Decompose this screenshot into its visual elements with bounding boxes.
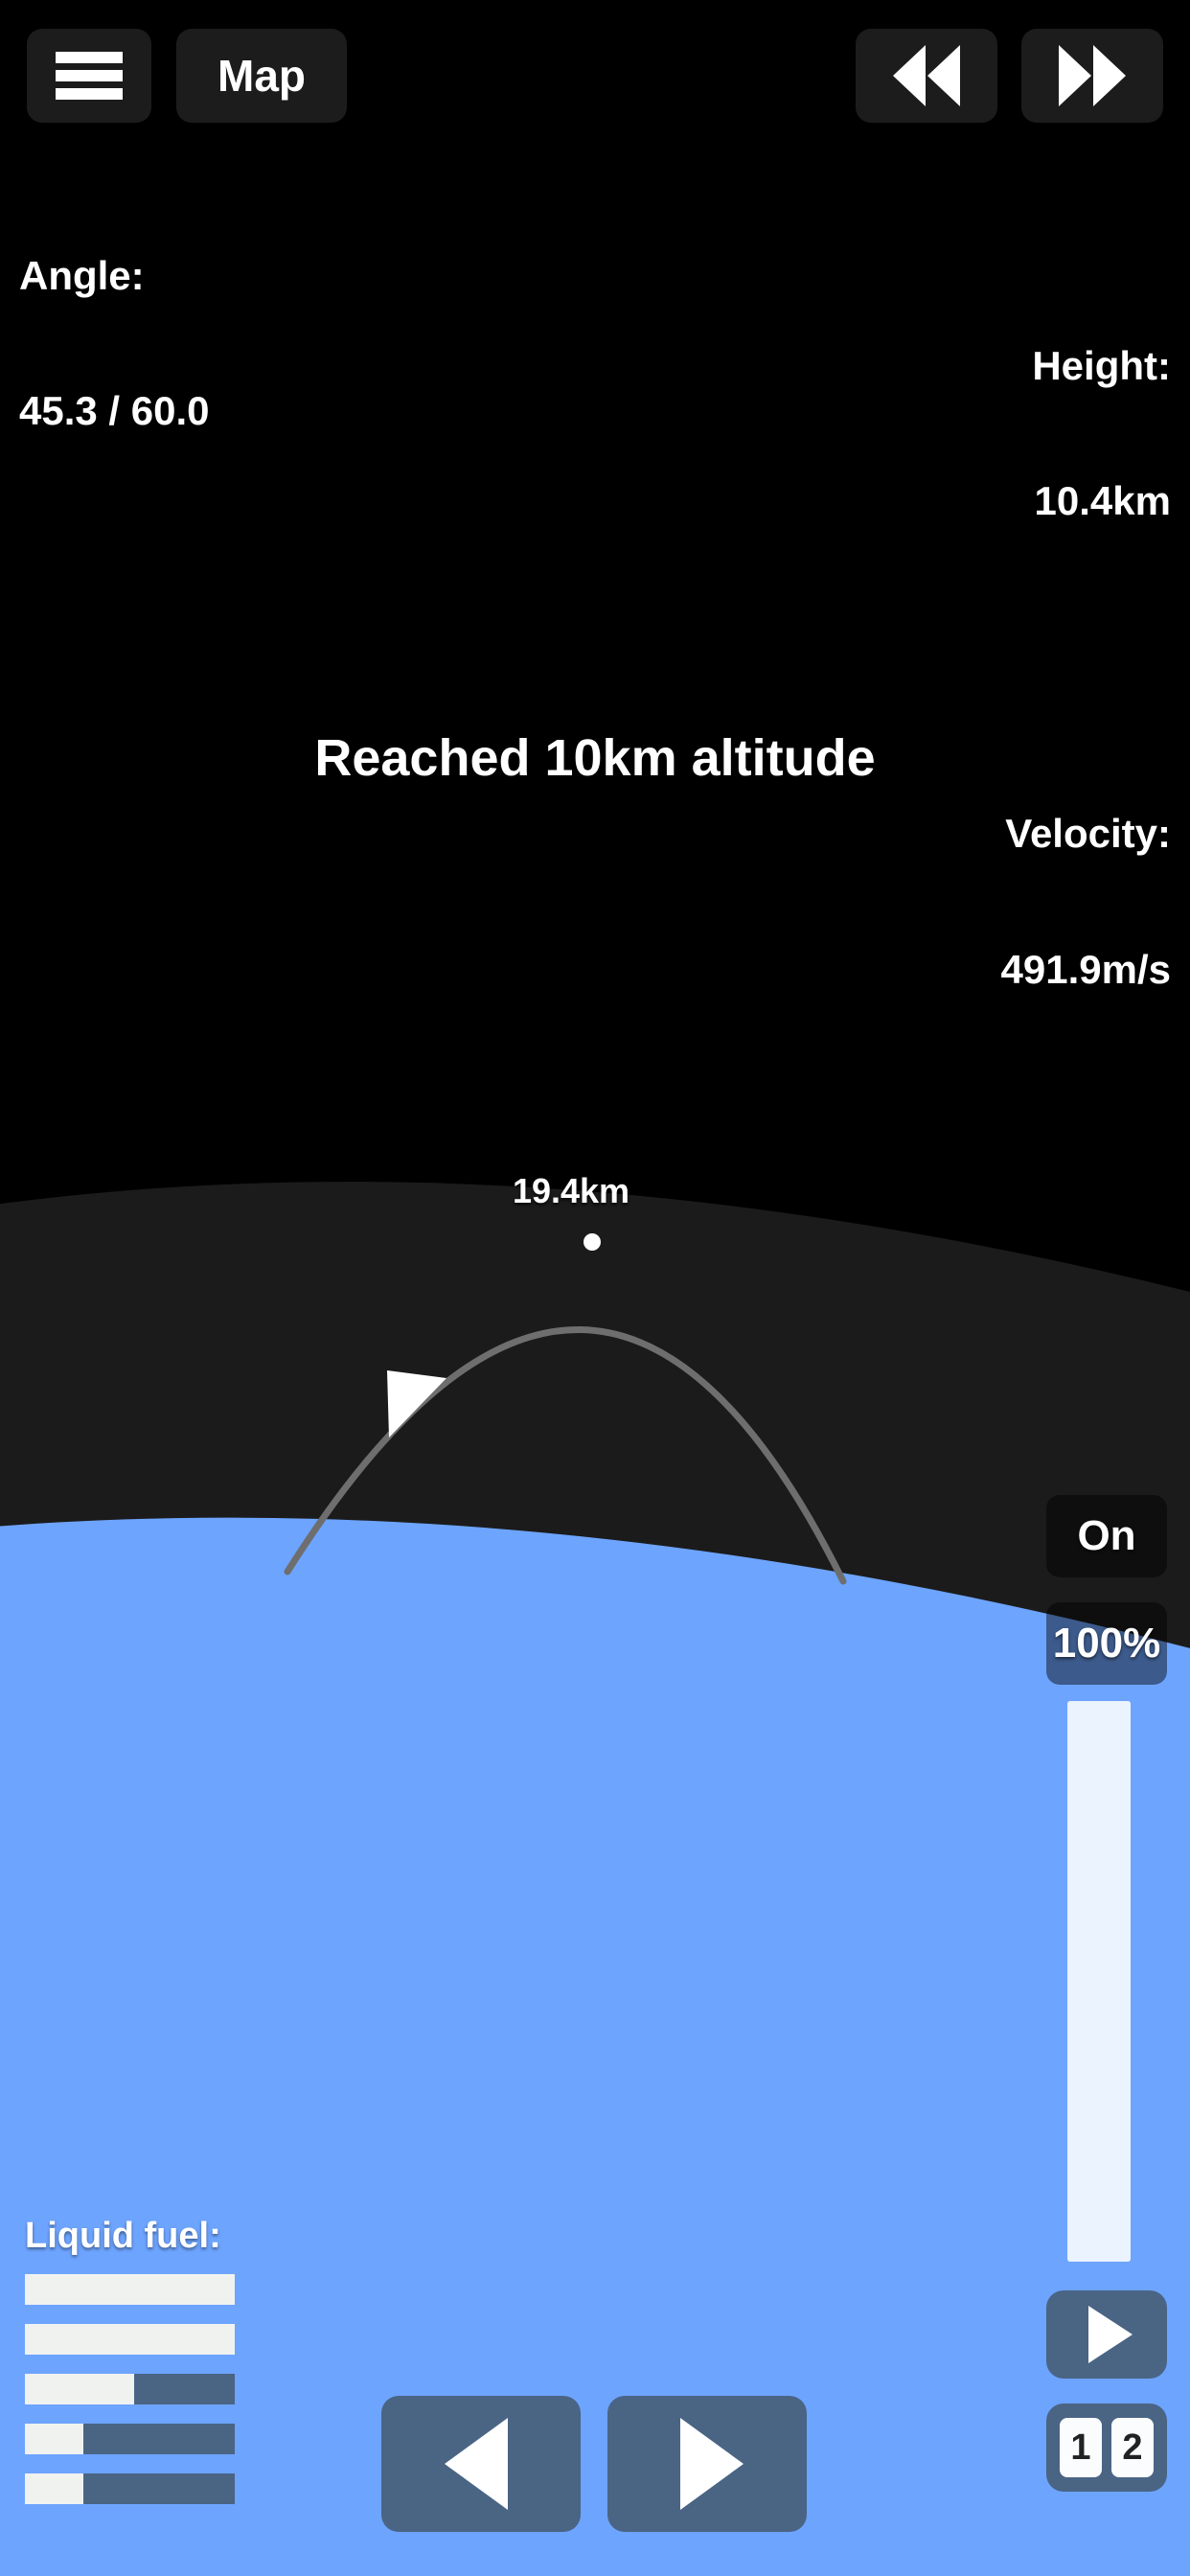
notification-banner: Reached 10km altitude (314, 729, 876, 787)
flight-readout: Height: 10.4km Velocity: 491.9m/s (1001, 163, 1171, 1172)
fuel-bar-fill (25, 2324, 235, 2355)
velocity-label: Velocity: (1005, 811, 1171, 857)
map-button-label: Map (217, 51, 306, 101)
game-screen: Map Angle: 45.3 / 60.0 Height: 10.4km Ve… (0, 0, 1190, 2576)
fuel-bar (25, 2424, 235, 2454)
rotate-left-button[interactable] (381, 2396, 581, 2532)
play-stage-icon (1088, 2306, 1133, 2363)
fuel-panel: Liquid fuel: (25, 2216, 312, 2523)
height-value: 10.4km (1034, 478, 1171, 524)
map-button[interactable]: Map (176, 29, 347, 123)
fuel-bar (25, 2324, 235, 2355)
stage-tile-2[interactable]: 2 (1111, 2418, 1154, 2477)
engine-toggle-button[interactable]: On (1046, 1495, 1167, 1577)
engine-state-label: On (1077, 1512, 1136, 1559)
stage-activate-button[interactable] (1046, 2290, 1167, 2379)
throttle-slider[interactable] (1067, 1701, 1131, 2262)
menu-button[interactable] (27, 29, 151, 123)
throttle-percent-button[interactable]: 100% (1046, 1602, 1167, 1685)
fuel-bar-fill (25, 2374, 134, 2404)
stage-tile-1[interactable]: 1 (1060, 2418, 1102, 2477)
angle-value: 45.3 / 60.0 (19, 388, 210, 434)
fast-forward-icon (1059, 45, 1126, 106)
angle-readout: Angle: 45.3 / 60.0 (19, 163, 210, 523)
rewind-button[interactable] (856, 29, 997, 123)
fast-forward-button[interactable] (1021, 29, 1163, 123)
throttle-slider-fill (1067, 1701, 1131, 2262)
top-toolbar: Map (0, 0, 1190, 144)
throttle-percent-label: 100% (1052, 1620, 1161, 1667)
angle-label: Angle: (19, 253, 145, 299)
apoapsis-label: 19.4km (512, 1171, 630, 1210)
fuel-bar-fill (25, 2473, 84, 2504)
stage-group-button[interactable]: 1 2 (1046, 2404, 1167, 2492)
fuel-bar-list (25, 2274, 312, 2504)
rotate-left-icon (445, 2418, 508, 2510)
rewind-icon (893, 45, 960, 106)
rotate-right-icon (680, 2418, 744, 2510)
fuel-bar-fill (25, 2424, 84, 2454)
rotate-right-button[interactable] (607, 2396, 807, 2532)
hamburger-menu-icon (56, 52, 123, 100)
fuel-bar (25, 2274, 235, 2305)
fuel-bar (25, 2374, 235, 2404)
fuel-panel-title: Liquid fuel: (25, 2216, 221, 2256)
velocity-value: 491.9m/s (1000, 946, 1171, 992)
fuel-bar (25, 2473, 235, 2504)
height-label: Height: (1032, 343, 1171, 389)
height-readout: Height: 10.4km (1001, 253, 1171, 613)
apoapsis-dot (584, 1233, 601, 1251)
fuel-bar-fill (25, 2274, 235, 2305)
